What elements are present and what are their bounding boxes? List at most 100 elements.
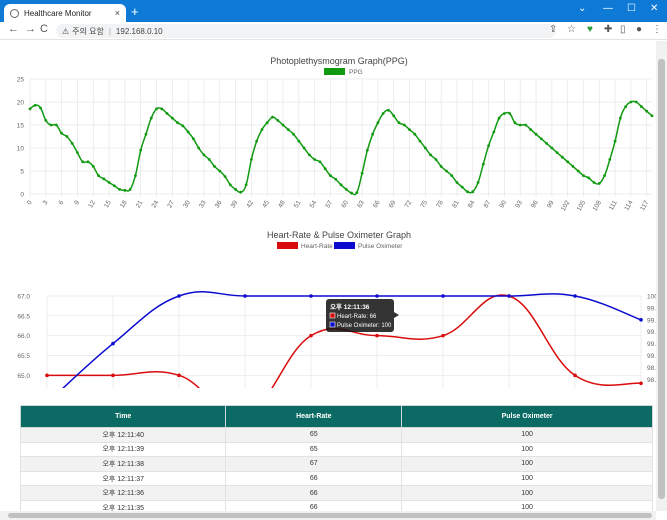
ppg-x-tick-label: 27 xyxy=(166,199,176,209)
cell-heart-rate: 66 xyxy=(225,470,403,487)
ppg-data-point xyxy=(165,112,169,115)
chevron-down-icon[interactable]: ⌄ xyxy=(578,3,586,14)
ppg-x-tick-label: 105 xyxy=(576,199,588,212)
hr-legend-label[interactable]: Heart-Rate xyxy=(301,243,333,250)
ox-y-right-tick-label: 99.4 xyxy=(647,329,656,336)
ppg-legend-swatch[interactable] xyxy=(324,68,345,75)
profile-avatar-icon[interactable]: ● xyxy=(636,24,642,35)
cell-heart-rate: 66 xyxy=(225,485,403,501)
ppg-data-point xyxy=(192,137,195,141)
ppg-x-tick-label: 78 xyxy=(435,199,445,209)
tab-close-icon[interactable]: × xyxy=(115,8,120,18)
ppg-y-tick-label: 0 xyxy=(20,192,24,199)
ppg-data-point xyxy=(76,151,79,154)
vertical-scrollbar[interactable] xyxy=(656,41,667,511)
forward-button[interactable]: → xyxy=(25,23,36,35)
ppg-x-tick-label: 84 xyxy=(467,199,477,209)
browser-toolbar: ← → C ⚠ 주의 요함 | 192.168.0.10 ⇪ ☆ ♥ ✚ ▯ ●… xyxy=(0,22,667,40)
ppg-data-point xyxy=(60,131,64,135)
ppg-x-tick-label: 9 xyxy=(73,199,81,206)
ppg-x-tick-label: 102 xyxy=(560,199,572,212)
ppg-data-point xyxy=(471,190,475,194)
ppg-x-tick-label: 39 xyxy=(230,199,240,209)
close-window-button[interactable]: ✕ xyxy=(650,3,658,14)
ppg-data-point xyxy=(524,123,527,127)
ppg-data-point xyxy=(587,176,591,180)
ox-legend-swatch[interactable] xyxy=(334,242,355,249)
ox-data-point xyxy=(309,294,313,298)
browser-tab[interactable]: Healthcare Monitor × xyxy=(4,4,126,22)
bookmark-star-icon[interactable]: ☆ xyxy=(567,24,576,35)
ppg-data-point xyxy=(49,123,53,127)
table-row: 오후 12:11:37 66 100 xyxy=(19,470,653,487)
ppg-data-point xyxy=(513,121,517,125)
ppg-data-point xyxy=(297,139,301,143)
extensions-puzzle-icon[interactable]: ✚ xyxy=(604,24,612,35)
ppg-x-tick-label: 21 xyxy=(135,199,145,209)
ppg-data-point xyxy=(218,169,222,173)
ppg-x-tick-label: 108 xyxy=(592,199,604,212)
ppg-data-point xyxy=(123,188,127,192)
ppg-data-point xyxy=(518,123,522,127)
cell-heart-rate: 65 xyxy=(225,427,403,443)
ppg-data-point xyxy=(645,109,649,113)
ox-legend-label[interactable]: Pulse Oximeter xyxy=(358,243,403,250)
ppg-data-point xyxy=(360,171,364,175)
ppg-x-tick-label: 72 xyxy=(404,199,414,209)
ppg-x-tick-label: 114 xyxy=(623,199,634,212)
ppg-data-point xyxy=(244,183,248,187)
cell-time: 오후 12:11:39 xyxy=(19,441,227,458)
ppg-data-point xyxy=(155,107,158,111)
cell-pulse-oximeter: 100 xyxy=(401,441,653,458)
ppg-data-point xyxy=(202,153,206,157)
new-tab-button[interactable]: + xyxy=(131,5,139,19)
ox-y-right-tick-label: 100 xyxy=(647,294,656,301)
share-icon[interactable]: ⇪ xyxy=(549,24,557,35)
ppg-y-tick-label: 25 xyxy=(17,77,25,84)
address-bar[interactable]: ⚠ 주의 요함 | 192.168.0.10 xyxy=(56,24,556,38)
cell-pulse-oximeter: 100 xyxy=(401,427,653,443)
ppg-x-tick-label: 18 xyxy=(119,199,129,209)
ppg-legend-label[interactable]: PPG xyxy=(349,69,363,76)
ppg-x-tick-label: 81 xyxy=(451,199,461,209)
ppg-data-point xyxy=(613,139,617,143)
ppg-y-tick-label: 5 xyxy=(20,169,24,176)
ppg-y-tick-label: 20 xyxy=(17,100,25,107)
ppg-data-point xyxy=(260,128,264,131)
ppg-x-tick-label: 15 xyxy=(103,199,113,209)
browser-title-bar: Healthcare Monitor × + ⌄ — ☐ ✕ xyxy=(0,0,667,22)
ppg-data-point xyxy=(634,100,638,104)
table-row: 오후 12:11:36 66 100 xyxy=(19,485,653,501)
ppg-data-point xyxy=(550,146,554,150)
ppg-x-tick-label: 69 xyxy=(388,199,398,209)
hr-data-point xyxy=(573,373,577,378)
shield-extension-icon[interactable]: ♥ xyxy=(587,24,593,35)
ppg-data-point xyxy=(249,158,253,161)
ppg-x-tick-label: 87 xyxy=(483,199,493,209)
ppg-data-point xyxy=(239,190,243,194)
ppg-data-point xyxy=(534,132,538,136)
reload-button[interactable]: C xyxy=(40,23,48,35)
ppg-data-point xyxy=(255,139,259,143)
side-panel-icon[interactable]: ▯ xyxy=(620,24,626,35)
ppg-data-point xyxy=(39,106,42,110)
minimize-button[interactable]: — xyxy=(603,3,613,14)
ppg-data-point xyxy=(286,128,290,131)
back-button[interactable]: ← xyxy=(8,23,19,35)
ppg-x-tick-label: 63 xyxy=(356,199,366,209)
ox-y-right-tick-label: 99.0 xyxy=(647,353,656,360)
ppg-data-point xyxy=(497,116,501,120)
ppg-data-point xyxy=(313,158,317,161)
ppg-data-point xyxy=(128,188,132,191)
horizontal-scrollbar[interactable] xyxy=(0,511,656,520)
ppg-x-tick-label: 42 xyxy=(245,199,255,209)
menu-kebab-icon[interactable]: ⋮ xyxy=(652,24,662,35)
ppg-data-point xyxy=(597,182,601,185)
ppg-data-point xyxy=(33,103,37,107)
cell-pulse-oximeter: 100 xyxy=(401,470,653,487)
ppg-data-point xyxy=(86,160,90,164)
ppg-data-point xyxy=(265,121,269,125)
ppg-data-point xyxy=(629,100,633,104)
maximize-button[interactable]: ☐ xyxy=(627,3,636,14)
hr-legend-swatch[interactable] xyxy=(277,242,298,249)
